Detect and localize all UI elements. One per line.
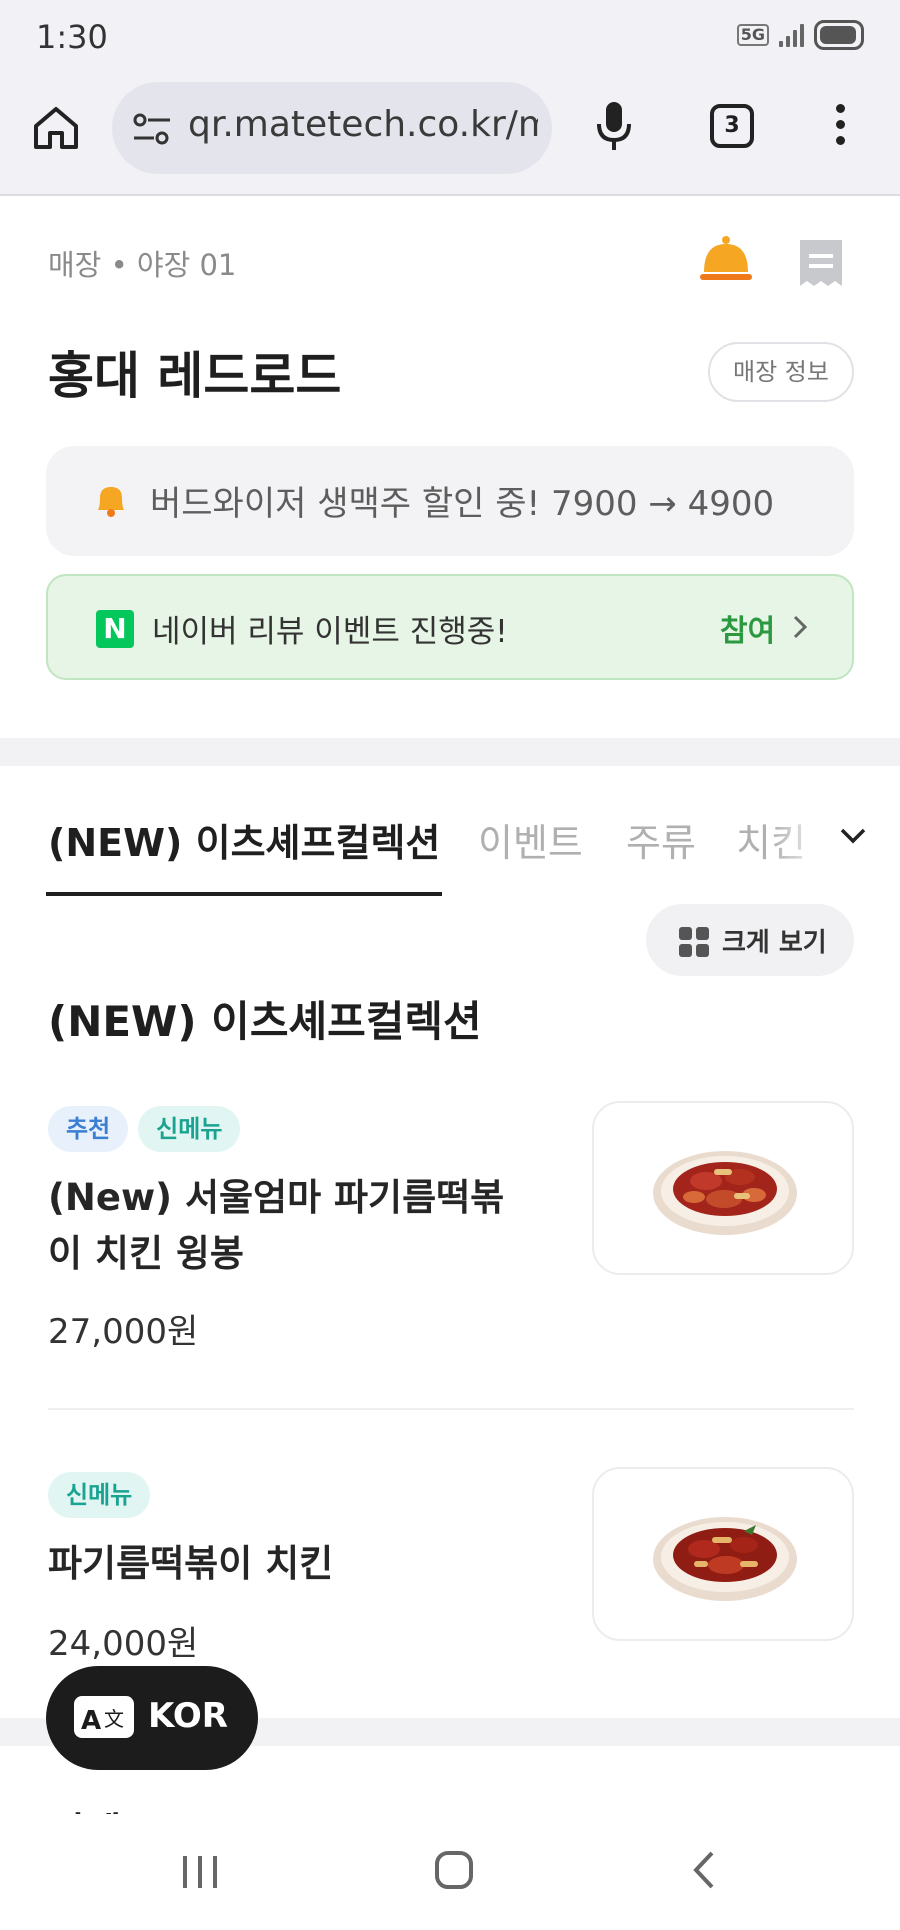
language-button[interactable]: A 文 KOR — [46, 1666, 258, 1770]
recommended-badge: 추천 — [48, 1106, 129, 1152]
new-menu-badge: 신메뉴 — [48, 1472, 151, 1518]
section-title: (NEW) 이츠셰프컬렉션 — [48, 997, 482, 1046]
network-5g-icon: 5G — [736, 24, 769, 46]
naver-logo-icon: N — [96, 610, 134, 648]
menu-item-price: 24,000원 — [48, 1624, 199, 1664]
menu-item-image — [592, 1467, 854, 1641]
home-icon[interactable] — [30, 102, 82, 154]
bell-icon — [94, 482, 128, 522]
new-menu-badge: 신메뉴 — [138, 1106, 241, 1152]
promotion-notice: 버드와이저 생맥주 할인 중! 7900 → 4900 — [46, 446, 854, 556]
naver-review-banner[interactable]: N 네이버 리뷰 이벤트 진행중! 참여 — [46, 574, 854, 680]
browser-toolbar: qr.matetech.co.kr/me 3 — [0, 76, 900, 196]
microphone-icon[interactable] — [594, 100, 634, 158]
view-large-button[interactable]: 크게 보기 — [646, 904, 854, 976]
menu-badges: 추천 신메뉴 — [48, 1106, 241, 1152]
menu-badges: 신메뉴 — [48, 1472, 151, 1518]
chevron-right-icon — [790, 612, 810, 646]
more-options-icon[interactable] — [832, 104, 848, 152]
table-label: 매장 • 야장 01 — [48, 248, 237, 282]
recent-apps-icon[interactable] — [180, 1852, 220, 1896]
svg-text:A: A — [81, 1706, 101, 1736]
status-icons: 5G — [736, 20, 864, 50]
call-staff-bell-icon[interactable] — [698, 234, 754, 288]
menu-item-name: (New) 서울엄마 파기름떡볶이 치킨 윙봉 — [48, 1176, 505, 1275]
menu-item[interactable]: 추천 신메뉴 (New) 서울엄마 파기름떡볶이 치킨 윙봉 27,000원 — [0, 1100, 900, 1400]
menu-item-name: 파기름떡볶이 치킨 — [48, 1542, 334, 1585]
naver-banner-text: 네이버 리뷰 이벤트 진행중! — [152, 614, 508, 650]
tab-event[interactable]: 이벤트 — [478, 812, 583, 867]
category-tabs: (NEW) 이츠셰프컬렉션 이벤트 주류 치킨 — [0, 766, 900, 906]
menu-item-price: 27,000원 — [48, 1312, 199, 1352]
menu-item-image — [592, 1101, 854, 1275]
language-label: KOR — [148, 1696, 228, 1736]
back-icon[interactable] — [690, 1850, 720, 1894]
url-text[interactable]: qr.matetech.co.kr/me — [188, 104, 538, 145]
battery-icon — [814, 20, 864, 50]
item-divider — [48, 1408, 854, 1410]
join-label[interactable]: 참여 — [720, 606, 775, 650]
tab-fade — [770, 796, 830, 876]
receipt-icon[interactable] — [798, 238, 844, 292]
system-nav-bar — [0, 1814, 900, 1930]
tab-drinks[interactable]: 주류 — [626, 812, 696, 867]
site-settings-icon[interactable] — [132, 112, 172, 150]
section-divider — [0, 738, 900, 766]
grid-icon — [678, 926, 710, 962]
svg-text:文: 文 — [104, 1707, 124, 1731]
notice-text: 버드와이저 생맥주 할인 중! 7900 → 4900 — [150, 484, 775, 524]
active-tab-indicator — [46, 892, 442, 896]
store-info-button[interactable]: 매장 정보 — [708, 342, 854, 402]
store-name: 홍대 레드로드 — [48, 347, 342, 405]
status-time: 1:30 — [36, 18, 108, 56]
address-bar[interactable]: qr.matetech.co.kr/me — [112, 82, 552, 174]
chevron-down-icon[interactable] — [838, 826, 868, 850]
status-bar: 1:30 5G — [0, 0, 900, 76]
home-nav-icon[interactable] — [434, 1850, 474, 1894]
tab-switcher-button[interactable]: 3 — [710, 104, 754, 148]
view-large-label: 크게 보기 — [722, 928, 827, 958]
signal-icon — [779, 23, 804, 47]
menu-item[interactable]: 신메뉴 파기름떡볶이 치킨 24,000원 — [0, 1467, 900, 1670]
translate-icon: A 文 — [74, 1692, 134, 1746]
tab-new-collection[interactable]: (NEW) 이츠셰프컬렉션 — [48, 812, 440, 867]
